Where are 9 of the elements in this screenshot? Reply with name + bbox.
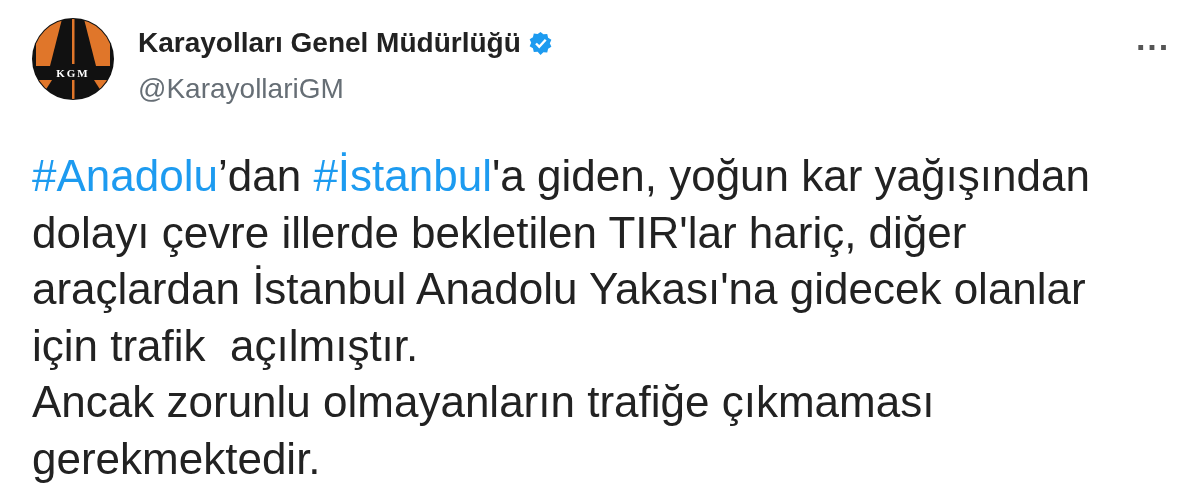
hashtag-link[interactable]: #Anadolu xyxy=(32,151,218,200)
logo-text: KGM xyxy=(56,67,90,79)
account-name[interactable]: Karayolları Genel Müdürlüğü xyxy=(138,22,521,64)
hashtag-link[interactable]: #İstanbul xyxy=(313,151,492,200)
tweet-paragraph: Ancak zorunlu olmayanların trafiğe çıkmaması gerekmektedir. xyxy=(32,376,936,485)
more-menu[interactable]: ··· xyxy=(1136,30,1170,64)
logo-drawing[interactable] xyxy=(32,18,114,100)
account-handle[interactable]: @KarayollariGM xyxy=(138,68,1137,110)
tweet-paragraph: #Anadolu’dan #İstanbul'a giden, yoğun kar yağışından dolayı çevre illerde bekletilen TIR'lar hariç, diğer araçlardan İstanbul Anadolu Yakası'na gidecek olanlar için trafik açılmıştır. xyxy=(32,150,1091,372)
